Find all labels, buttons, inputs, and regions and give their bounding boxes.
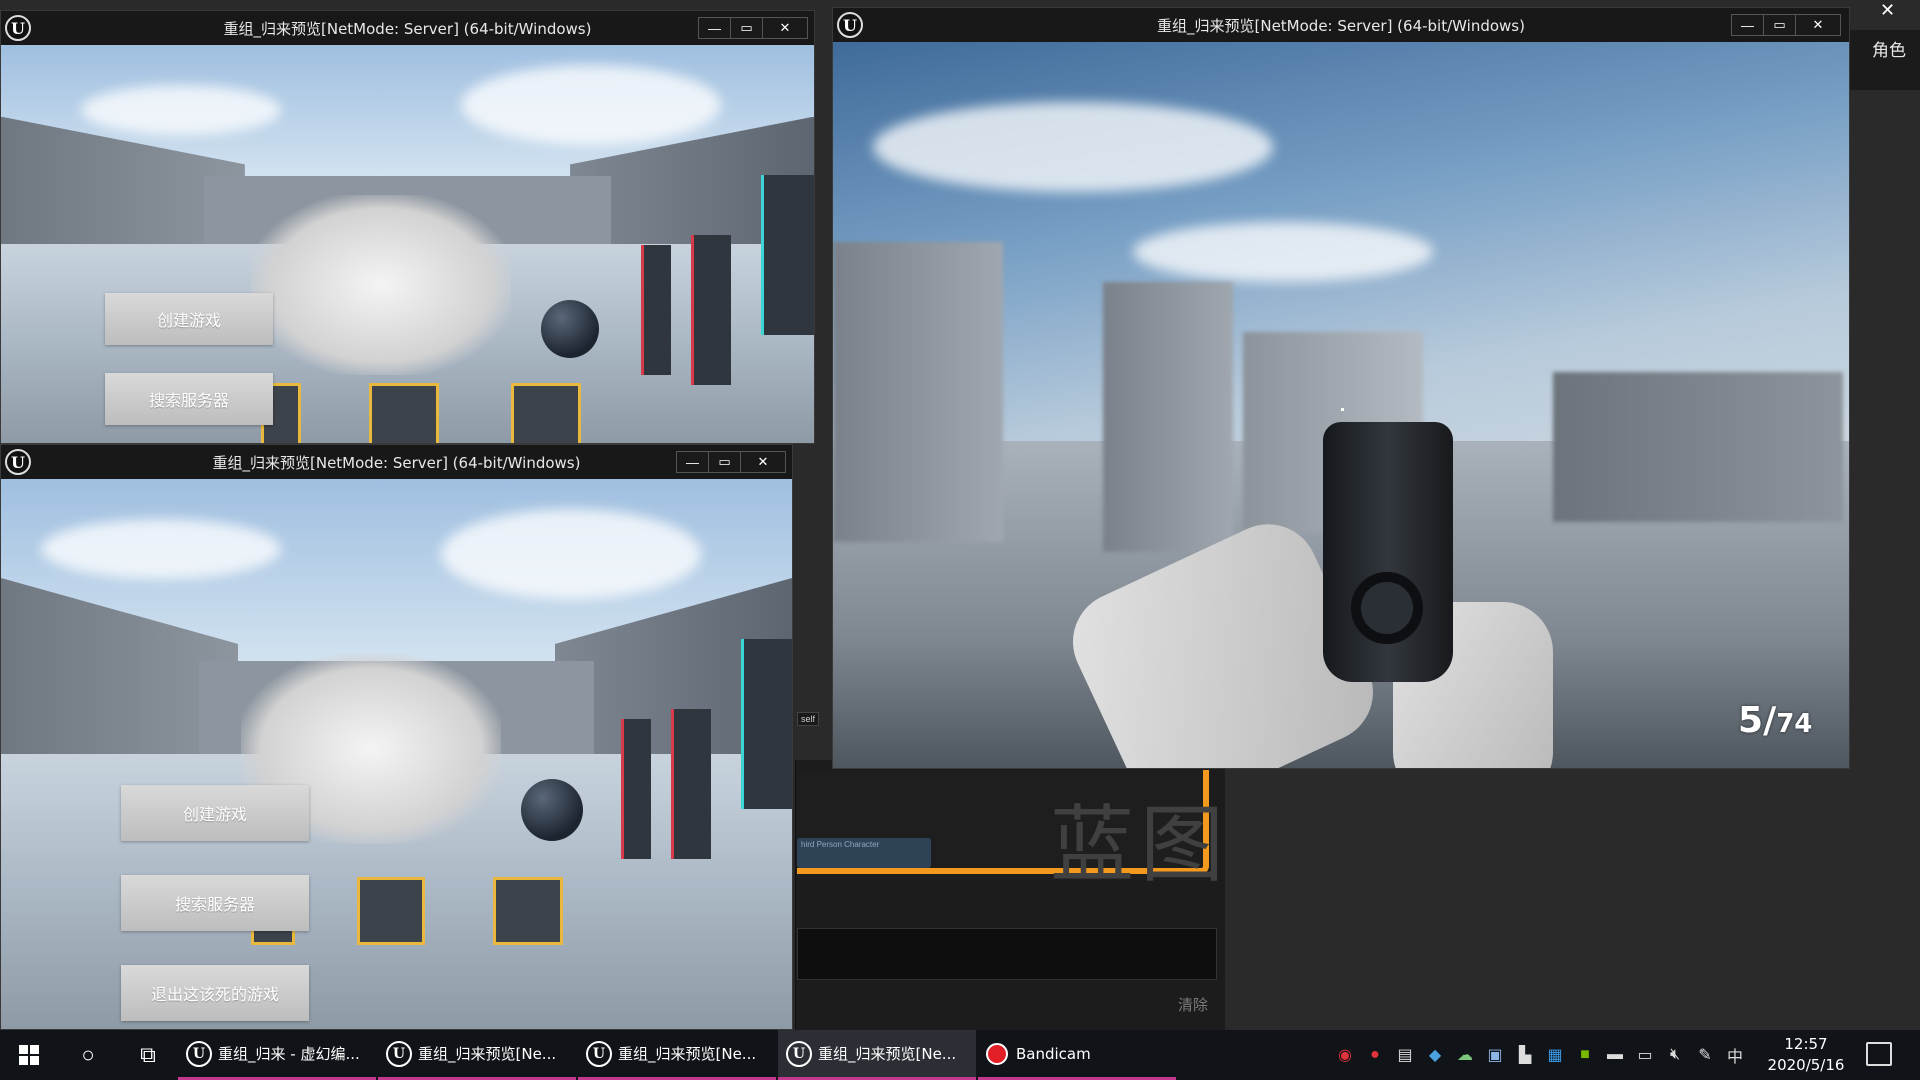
create-game-button[interactable]: 创建游戏 [105, 293, 273, 345]
window-title: 重组_归来预览[NetMode: Server] (64-bit/Windows… [223, 19, 592, 38]
game-window-2[interactable]: U 重组_归来预览[NetMode: Server] (64-bit/Windo… [0, 444, 793, 1030]
clock-time: 12:57 [1784, 1035, 1828, 1053]
taskbar-item-label: 重组_归来预览[Ne... [418, 1045, 557, 1063]
window-titlebar[interactable]: U 重组_归来预览[NetMode: Server] (64-bit/Windo… [833, 8, 1849, 42]
quit-game-button[interactable]: 退出这该死的游戏 [121, 965, 309, 1021]
taskbar-item-preview-1[interactable]: U 重组_归来预览[Ne... [378, 1030, 576, 1080]
task-view-icon[interactable]: ⧉ [118, 1030, 178, 1080]
close-icon[interactable]: ✕ [741, 452, 785, 472]
window-titlebar[interactable]: U 重组_归来预览[NetMode: Server] (64-bit/Windo… [1, 445, 792, 479]
taskbar-item-preview-3[interactable]: U 重组_归来预览[Ne... [778, 1030, 976, 1080]
editor-close-icon[interactable]: ✕ [1880, 0, 1895, 21]
game-viewport[interactable]: 创建游戏 搜索服务器 退出这该死的游戏 [1, 479, 792, 1029]
maximize-icon[interactable]: ▭ [1764, 15, 1796, 35]
sphere-prop [541, 300, 599, 358]
bookmark-icon[interactable]: ▙ [1510, 1045, 1540, 1065]
ammo-separator: / [1763, 700, 1777, 741]
app-icon[interactable]: ▣ [1480, 1045, 1510, 1065]
window-titlebar[interactable]: U 重组_归来预览[NetMode: Server] (64-bit/Windo… [1, 11, 814, 45]
create-game-button[interactable]: 创建游戏 [121, 785, 309, 841]
close-icon[interactable]: ✕ [763, 18, 807, 38]
maximize-icon[interactable]: ▭ [731, 18, 763, 38]
search-server-button[interactable]: 搜索服务器 [105, 373, 273, 425]
taskbar-item-bandicam[interactable]: Bandicam [978, 1030, 1176, 1080]
notification-icon[interactable] [1866, 1042, 1892, 1066]
unreal-logo-icon: U [837, 12, 863, 38]
start-button[interactable] [0, 1030, 58, 1080]
minimize-icon[interactable]: — [677, 452, 709, 472]
search-server-button[interactable]: 搜索服务器 [121, 875, 309, 931]
unreal-icon: U [586, 1040, 612, 1067]
taskbar-item-label: 重组_归来预览[Ne... [818, 1045, 957, 1063]
blueprint-watermark: 蓝图 [1050, 796, 1231, 894]
maximize-icon[interactable]: ▭ [709, 452, 741, 472]
sphere-prop [521, 779, 583, 841]
battery-icon[interactable]: ▬ [1600, 1046, 1630, 1064]
unreal-icon: U [386, 1040, 412, 1067]
unreal-logo-icon: U [5, 449, 31, 475]
game-viewport[interactable]: 5/74 [833, 42, 1849, 768]
blueprint-node[interactable]: hird Person Character [797, 838, 931, 868]
grid-icon[interactable]: ▦ [1540, 1045, 1570, 1065]
ime-tray-icon[interactable]: ▤ [1390, 1045, 1420, 1065]
system-tray: ◉ ● ▤ ◆ ☁ ▣ ▙ ▦ ■ ▬ ▭ 🔇︎ ✎ 中 [1330, 1030, 1750, 1080]
game-window-3[interactable]: U 重组_归来预览[NetMode: Server] (64-bit/Windo… [832, 7, 1850, 769]
taskbar: ○ ⧉ U 重组_归来 - 虚幻编... U 重组_归来预览[Ne... U 重组_归… [0, 1030, 1920, 1080]
taskbar-item-label: Bandicam [1016, 1044, 1091, 1063]
ammo-counter: 5/74 [1738, 700, 1812, 741]
record-tray-icon[interactable]: ● [1360, 1046, 1390, 1064]
self-pin-label: self [797, 712, 820, 726]
taskbar-item-preview-2[interactable]: U 重组_归来预览[Ne... [578, 1030, 776, 1080]
app-tray-icon[interactable]: ◉ [1330, 1045, 1360, 1065]
network-icon[interactable]: ▭ [1630, 1045, 1660, 1065]
character-mannequin [251, 195, 511, 375]
unreal-icon: U [186, 1040, 212, 1067]
unreal-logo-icon: U [5, 15, 31, 41]
nvidia-icon[interactable]: ■ [1570, 1046, 1600, 1064]
output-log-box [797, 928, 1217, 980]
cloud-icon[interactable]: ☁ [1450, 1045, 1480, 1065]
minimize-icon[interactable]: — [1732, 15, 1764, 35]
close-icon[interactable]: ✕ [1796, 15, 1840, 35]
game-viewport[interactable]: 创建游戏 搜索服务器 [1, 45, 814, 443]
tab-character[interactable]: 角色 [1872, 36, 1906, 61]
record-icon [986, 1042, 1008, 1065]
taskbar-item-label: 重组_归来 - 虚幻编... [218, 1045, 360, 1063]
ime-indicator[interactable]: 中 [1720, 1043, 1750, 1067]
window-title: 重组_归来预览[NetMode: Server] (64-bit/Windows… [1157, 16, 1525, 35]
pen-icon[interactable]: ✎ [1690, 1045, 1720, 1065]
window-title: 重组_归来预览[NetMode: Server] (64-bit/Windows… [212, 453, 581, 472]
clock-date: 2020/5/16 [1767, 1056, 1845, 1074]
game-window-1[interactable]: U 重组_归来预览[NetMode: Server] (64-bit/Windo… [0, 10, 815, 444]
shield-icon[interactable]: ◆ [1420, 1045, 1450, 1065]
crosshair [1341, 408, 1344, 411]
windows-logo-icon [19, 1045, 39, 1065]
taskbar-item-editor[interactable]: U 重组_归来 - 虚幻编... [178, 1030, 376, 1080]
ammo-total: 74 [1776, 709, 1813, 739]
volume-muted-icon[interactable]: 🔇︎ [1660, 1046, 1690, 1064]
taskbar-item-label: 重组_归来预览[Ne... [618, 1045, 757, 1063]
search-circle-icon[interactable]: ○ [58, 1030, 118, 1080]
unreal-icon: U [786, 1040, 812, 1067]
weapon-muzzle [1351, 572, 1423, 644]
ammo-current: 5 [1738, 700, 1764, 741]
clock[interactable]: 12:57 2020/5/16 [1766, 1034, 1846, 1076]
minimize-icon[interactable]: — [699, 18, 731, 38]
clear-button[interactable]: 清除 [1178, 994, 1208, 1015]
